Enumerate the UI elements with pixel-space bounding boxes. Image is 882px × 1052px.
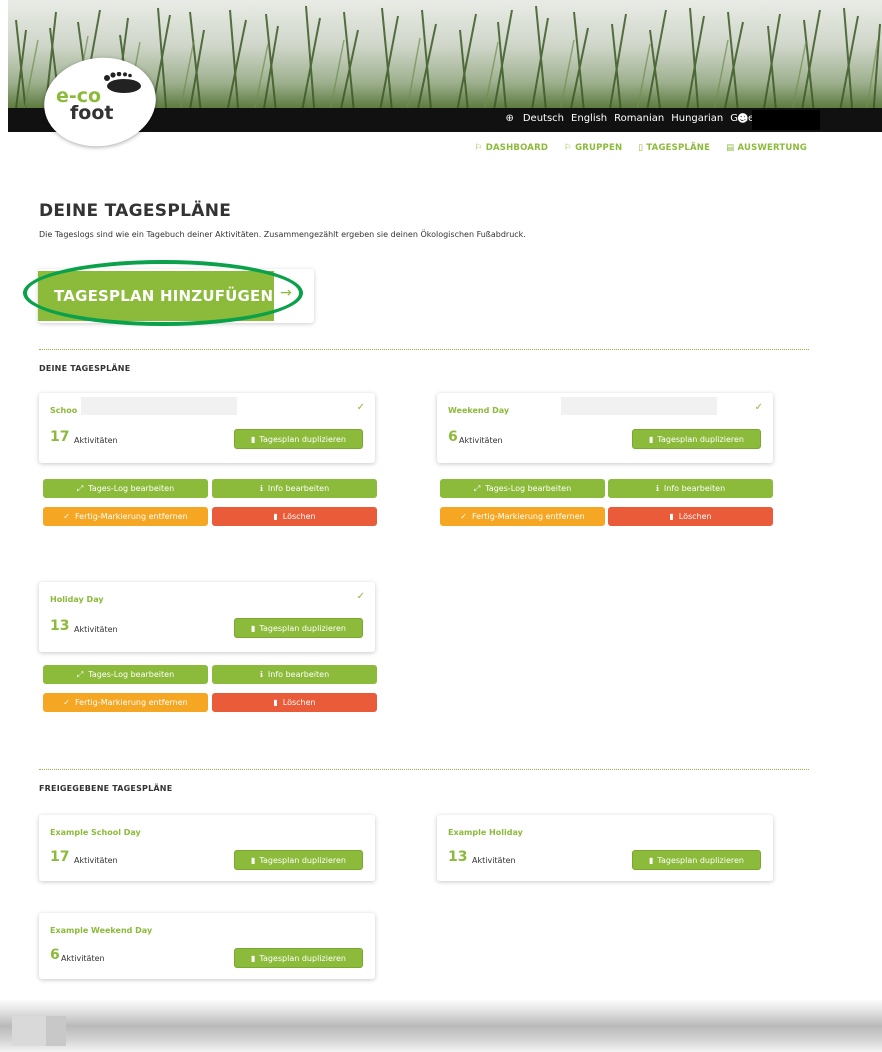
edit-info-button[interactable]: ℹ Info bearbeiten [212,665,377,684]
edit-log-button[interactable]: ⤢ Tages-Log bearbeiten [440,479,605,498]
language-selector: ⊕ Deutsch English Romanian Hungarian Gre… [505,113,760,124]
duplicate-button[interactable]: ▮ Tagesplan duplizieren [632,850,761,870]
unmark-done-button[interactable]: ✓ Fertig-Markierung entfernen [43,693,208,712]
footer-block [46,1016,66,1046]
lang-deutsch[interactable]: Deutsch [523,113,564,124]
page-subtitle: Die Tageslogs sind wie ein Tagebuch dein… [39,230,526,239]
delete-button[interactable]: ▮ Löschen [212,507,377,526]
redacted-area [561,397,717,415]
plan-name[interactable]: Holiday Day [50,595,104,604]
plan-name[interactable]: Example School Day [50,828,141,837]
plan-name[interactable]: Example Weekend Day [50,926,152,935]
check-icon: ✓ [754,402,763,413]
delete-button[interactable]: ▮ Löschen [212,693,377,712]
expand-icon: ⤢ [473,483,481,493]
activity-label: Aktivitäten [472,856,516,865]
plan-card: Weekend Day ✓ 6 Aktivitäten ▮ Tagesplan d… [437,393,773,463]
duplicate-button[interactable]: ▮ Tagesplan duplizieren [234,948,363,968]
user-icon[interactable]: ☻ [737,112,748,125]
duplicate-button[interactable]: ▮ Tagesplan duplizieren [234,429,363,449]
trash-icon: ▮ [669,512,674,521]
shared-plan-card: Example Holiday 13 Aktivitäten ▮ Tagespla… [437,815,773,881]
section-title-own: DEINE TAGESPLÄNE [39,364,131,373]
divider [39,349,809,350]
activity-count: 13 [50,618,70,634]
page-title: DEINE TAGESPLÄNE [39,201,232,221]
footer-block [12,1016,46,1046]
lang-romanian[interactable]: Romanian [614,113,664,124]
activity-label: Aktivitäten [74,625,118,634]
nav-gruppen[interactable]: ⚐ GRUPPEN [564,143,622,153]
copy-icon: ▮ [649,855,654,865]
logo-foot: foot [70,102,114,124]
nav-dashboard[interactable]: ⚐ DASHBOARD [475,143,548,153]
activity-label: Aktivitäten [459,436,503,445]
activity-count: 6 [448,429,458,445]
plan-name[interactable]: Weekend Day [448,406,509,415]
expand-icon: ⤢ [76,483,84,493]
check-icon: ✓ [356,591,365,602]
highlight-annotation [23,260,303,326]
section-title-shared: FREIGEGEBENE TAGESPLÄNE [39,784,173,793]
plan-card: Holiday Day ✓ 13 Aktivitäten ▮ Tagesplan … [39,582,375,652]
nav-tagesplaene[interactable]: ▯ TAGESPLÄNE [638,143,710,153]
copy-icon: ▮ [649,434,654,444]
copy-icon: ▮ [251,855,256,865]
shared-plan-card: Example Weekend Day 6 Aktivitäten ▮ Tages… [39,913,375,979]
info-icon: ℹ [259,670,263,679]
edit-info-button[interactable]: ℹ Info bearbeiten [212,479,377,498]
lang-hungarian[interactable]: Hungarian [671,113,723,124]
edit-info-button[interactable]: ℹ Info bearbeiten [608,479,773,498]
activity-label: Aktivitäten [61,954,105,963]
edit-log-button[interactable]: ⤢ Tages-Log bearbeiten [43,479,208,498]
globe-icon: ⊕ [505,113,514,124]
activity-count: 17 [50,849,70,865]
copy-icon: ▮ [251,434,256,444]
expand-icon: ⤢ [76,669,84,679]
main-nav: ⚐ DASHBOARD ⚐ GRUPPEN ▯ TAGESPLÄNE ▤ AUS… [475,143,807,153]
check-icon: ✓ [63,512,70,521]
nav-auswertung[interactable]: ▤ AUSWERTUNG [726,143,807,153]
activity-count: 17 [50,429,70,445]
trash-icon: ▮ [273,698,278,707]
check-icon: ✓ [460,512,467,521]
duplicate-button[interactable]: ▮ Tagesplan duplizieren [234,850,363,870]
plan-name[interactable]: Example Holiday [448,828,523,837]
duplicate-button[interactable]: ▮ Tagesplan duplizieren [632,429,761,449]
copy-icon: ▮ [251,623,256,633]
info-icon: ℹ [259,484,263,493]
plan-card: Schoo ✓ 17 Aktivitäten ▮ Tagesplan dupliz… [39,393,375,463]
unmark-done-button[interactable]: ✓ Fertig-Markierung entfernen [43,507,208,526]
shared-plan-card: Example School Day 17 Aktivitäten ▮ Tages… [39,815,375,881]
info-icon: ℹ [655,484,659,493]
activity-label: Aktivitäten [74,436,118,445]
delete-button[interactable]: ▮ Löschen [608,507,773,526]
trash-icon: ▮ [273,512,278,521]
logo-text: e-co foot [56,87,146,124]
duplicate-button[interactable]: ▮ Tagesplan duplizieren [234,618,363,638]
check-icon: ✓ [356,402,365,413]
check-icon: ✓ [63,698,70,707]
activity-count: 13 [448,849,468,865]
user-menu[interactable] [752,110,820,130]
plan-name[interactable]: Schoo [50,406,77,415]
divider [39,769,809,770]
activity-count: 6 [50,947,60,963]
copy-icon: ▮ [251,953,256,963]
unmark-done-button[interactable]: ✓ Fertig-Markierung entfernen [440,507,605,526]
activity-label: Aktivitäten [74,856,118,865]
footer [0,1000,882,1052]
redacted-area [81,397,237,415]
lang-english[interactable]: English [571,113,607,124]
edit-log-button[interactable]: ⤢ Tages-Log bearbeiten [43,665,208,684]
